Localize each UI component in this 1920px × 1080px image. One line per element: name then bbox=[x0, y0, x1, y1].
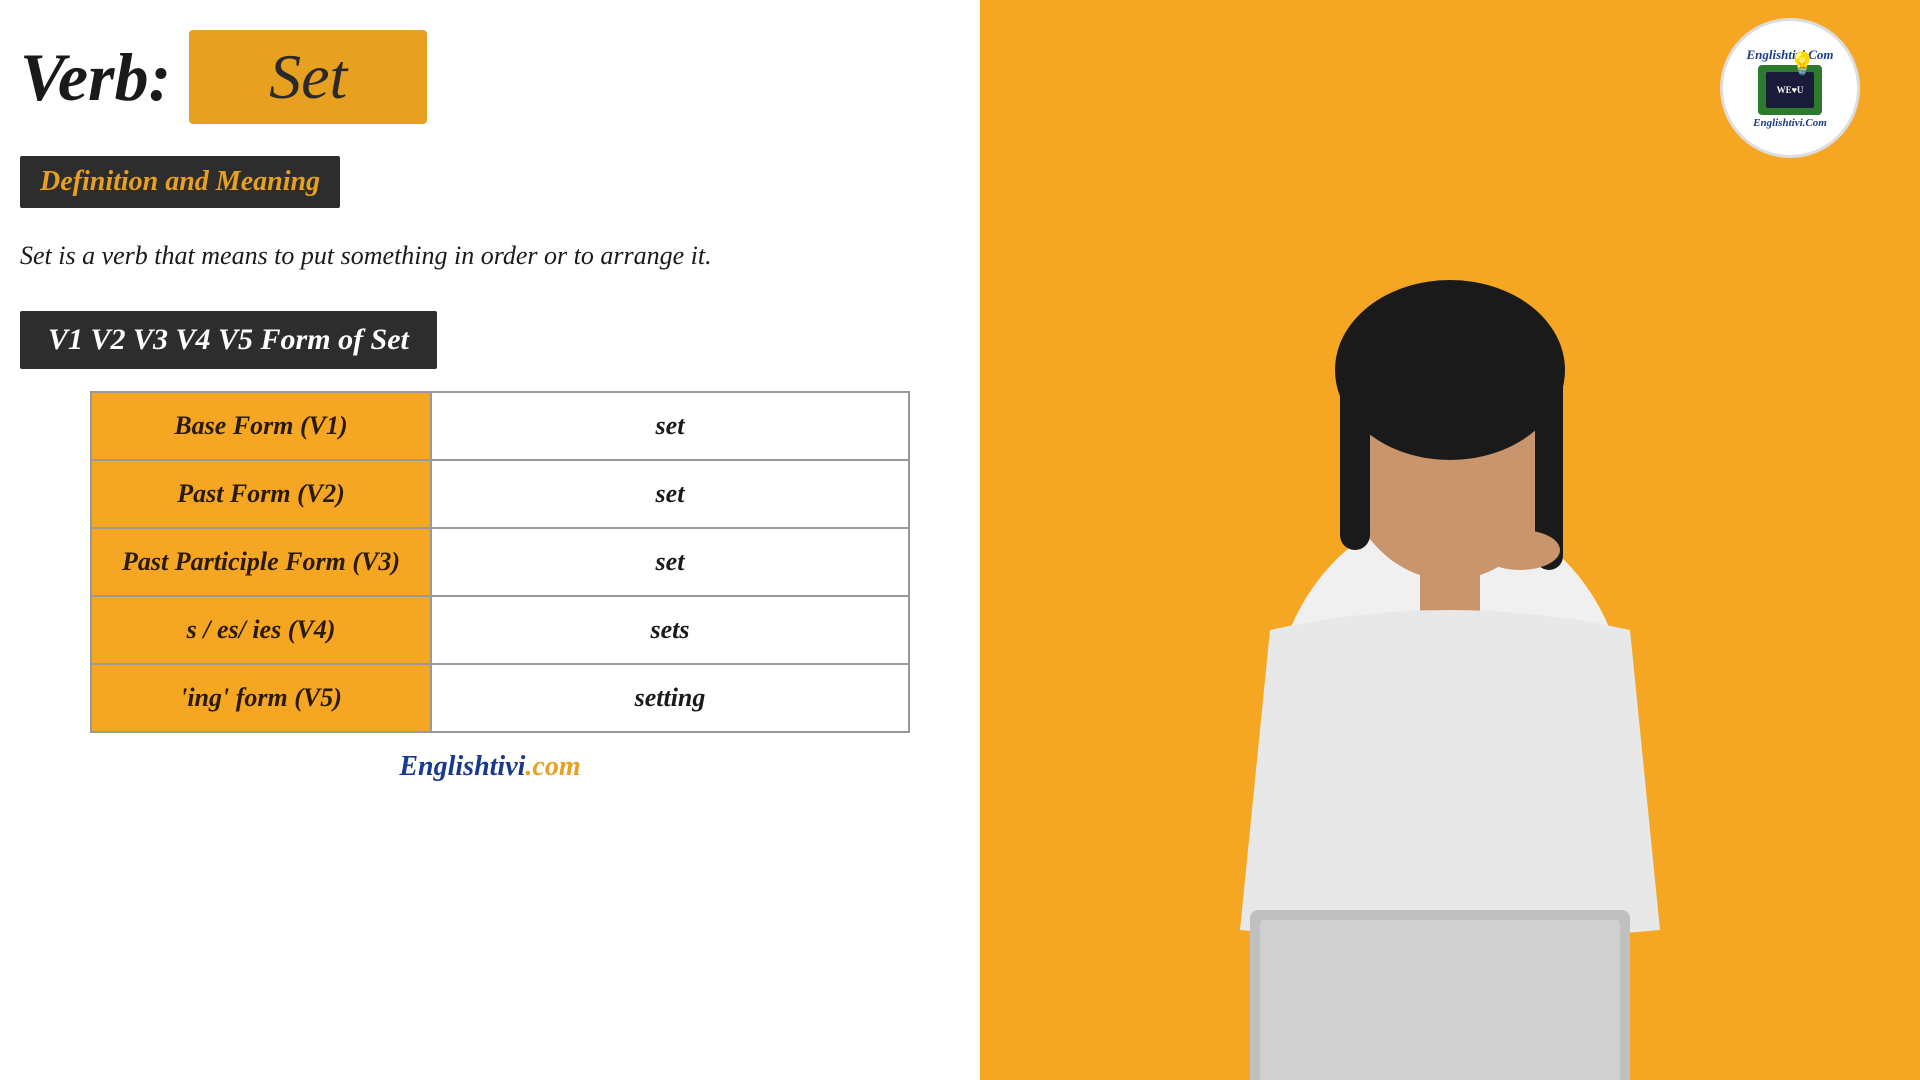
right-area: Englishtivi.Com WE♥U 💡 Englishtivi.Com bbox=[980, 0, 1920, 1080]
logo-bulb-icon: 💡 bbox=[1789, 51, 1816, 77]
table-label-cell: Past Participle Form (V3) bbox=[91, 528, 431, 596]
logo-inner: Englishtivi.Com WE♥U 💡 Englishtivi.Com bbox=[1746, 47, 1833, 129]
logo: Englishtivi.Com WE♥U 💡 Englishtivi.Com bbox=[1720, 18, 1860, 158]
verb-forms-table: Base Form (V1)setPast Form (V2)setPast P… bbox=[90, 391, 910, 733]
footer-brand-orange: .com bbox=[525, 751, 580, 782]
verb-word-box: Set bbox=[189, 30, 427, 124]
table-row: s / es/ ies (V4)sets bbox=[91, 596, 909, 664]
table-row: 'ing' form (V5)setting bbox=[91, 664, 909, 732]
table-label-cell: Past Form (V2) bbox=[91, 460, 431, 528]
table-value-cell: set bbox=[431, 460, 909, 528]
logo-tv-text: WE♥U bbox=[1777, 85, 1804, 95]
definition-text: Set is a verb that means to put somethin… bbox=[20, 236, 960, 275]
content-area: Verb: Set Definition and Meaning Set is … bbox=[0, 0, 980, 1080]
logo-text-bottom: Englishtivi.Com bbox=[1753, 117, 1827, 129]
table-label-cell: 'ing' form (V5) bbox=[91, 664, 431, 732]
table-row: Base Form (V1)set bbox=[91, 392, 909, 460]
table-value-cell: set bbox=[431, 528, 909, 596]
person-image bbox=[980, 180, 1800, 1080]
table-value-cell: setting bbox=[431, 664, 909, 732]
table-row: Past Form (V2)set bbox=[91, 460, 909, 528]
verb-label: Verb: bbox=[20, 38, 171, 117]
footer-brand: Englishtivi.com bbox=[20, 751, 960, 783]
verb-title: Verb: Set bbox=[20, 30, 960, 124]
footer-brand-blue: Englishtivi bbox=[399, 751, 525, 782]
logo-tv-screen: WE♥U bbox=[1766, 72, 1814, 108]
verb-word: Set bbox=[269, 41, 347, 112]
table-value-cell: set bbox=[431, 392, 909, 460]
forms-header-box: V1 V2 V3 V4 V5 Form of Set bbox=[20, 311, 437, 369]
table-label-cell: s / es/ ies (V4) bbox=[91, 596, 431, 664]
table-label-cell: Base Form (V1) bbox=[91, 392, 431, 460]
person-svg bbox=[1100, 230, 1800, 1080]
table-value-cell: sets bbox=[431, 596, 909, 664]
definition-header-box: Definition and Meaning bbox=[20, 156, 340, 208]
table-row: Past Participle Form (V3)set bbox=[91, 528, 909, 596]
definition-header-text: Definition and Meaning bbox=[40, 166, 320, 197]
forms-header-text: V1 V2 V3 V4 V5 Form of Set bbox=[48, 323, 409, 356]
